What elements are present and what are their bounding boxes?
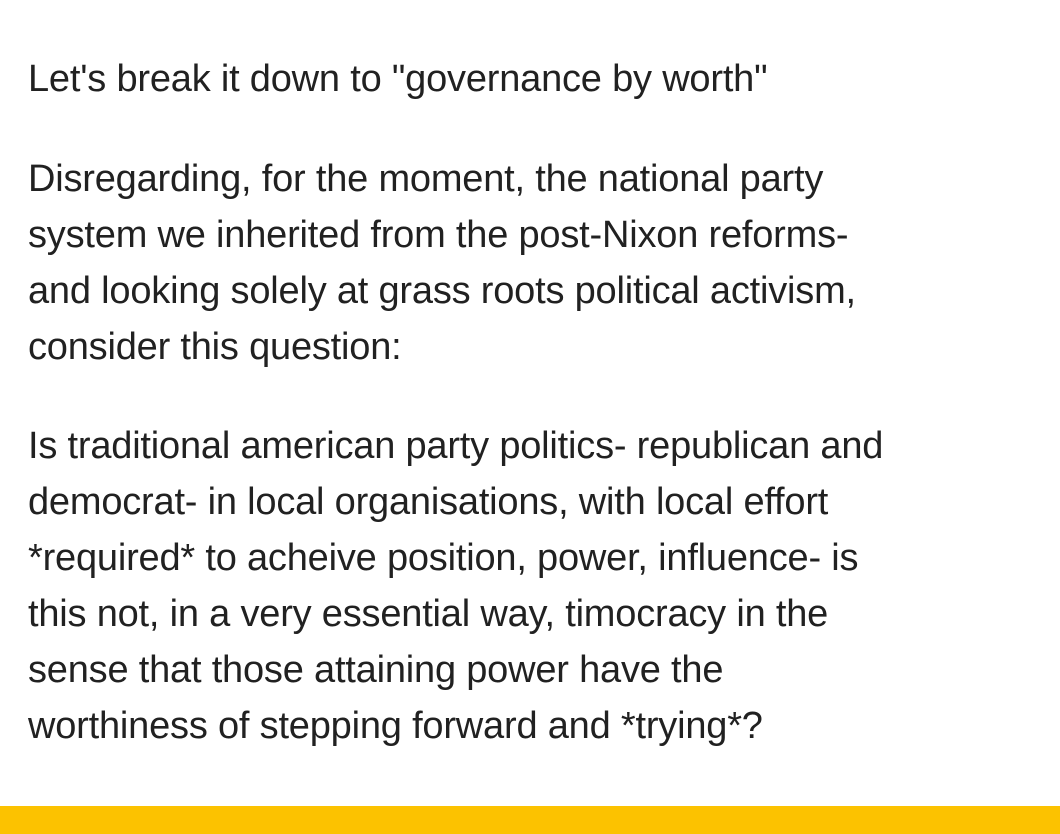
paragraph-1: Let's break it down to "governance by wo…: [28, 58, 768, 100]
bottom-accent-bar: [0, 806, 1060, 834]
paragraph-3: Is traditional american party politics- …: [28, 425, 884, 747]
paragraph-2: Disregarding, for the moment, the nation…: [28, 158, 856, 368]
page: { "post": { "cut_text": "", "paragraphs"…: [0, 0, 1060, 834]
